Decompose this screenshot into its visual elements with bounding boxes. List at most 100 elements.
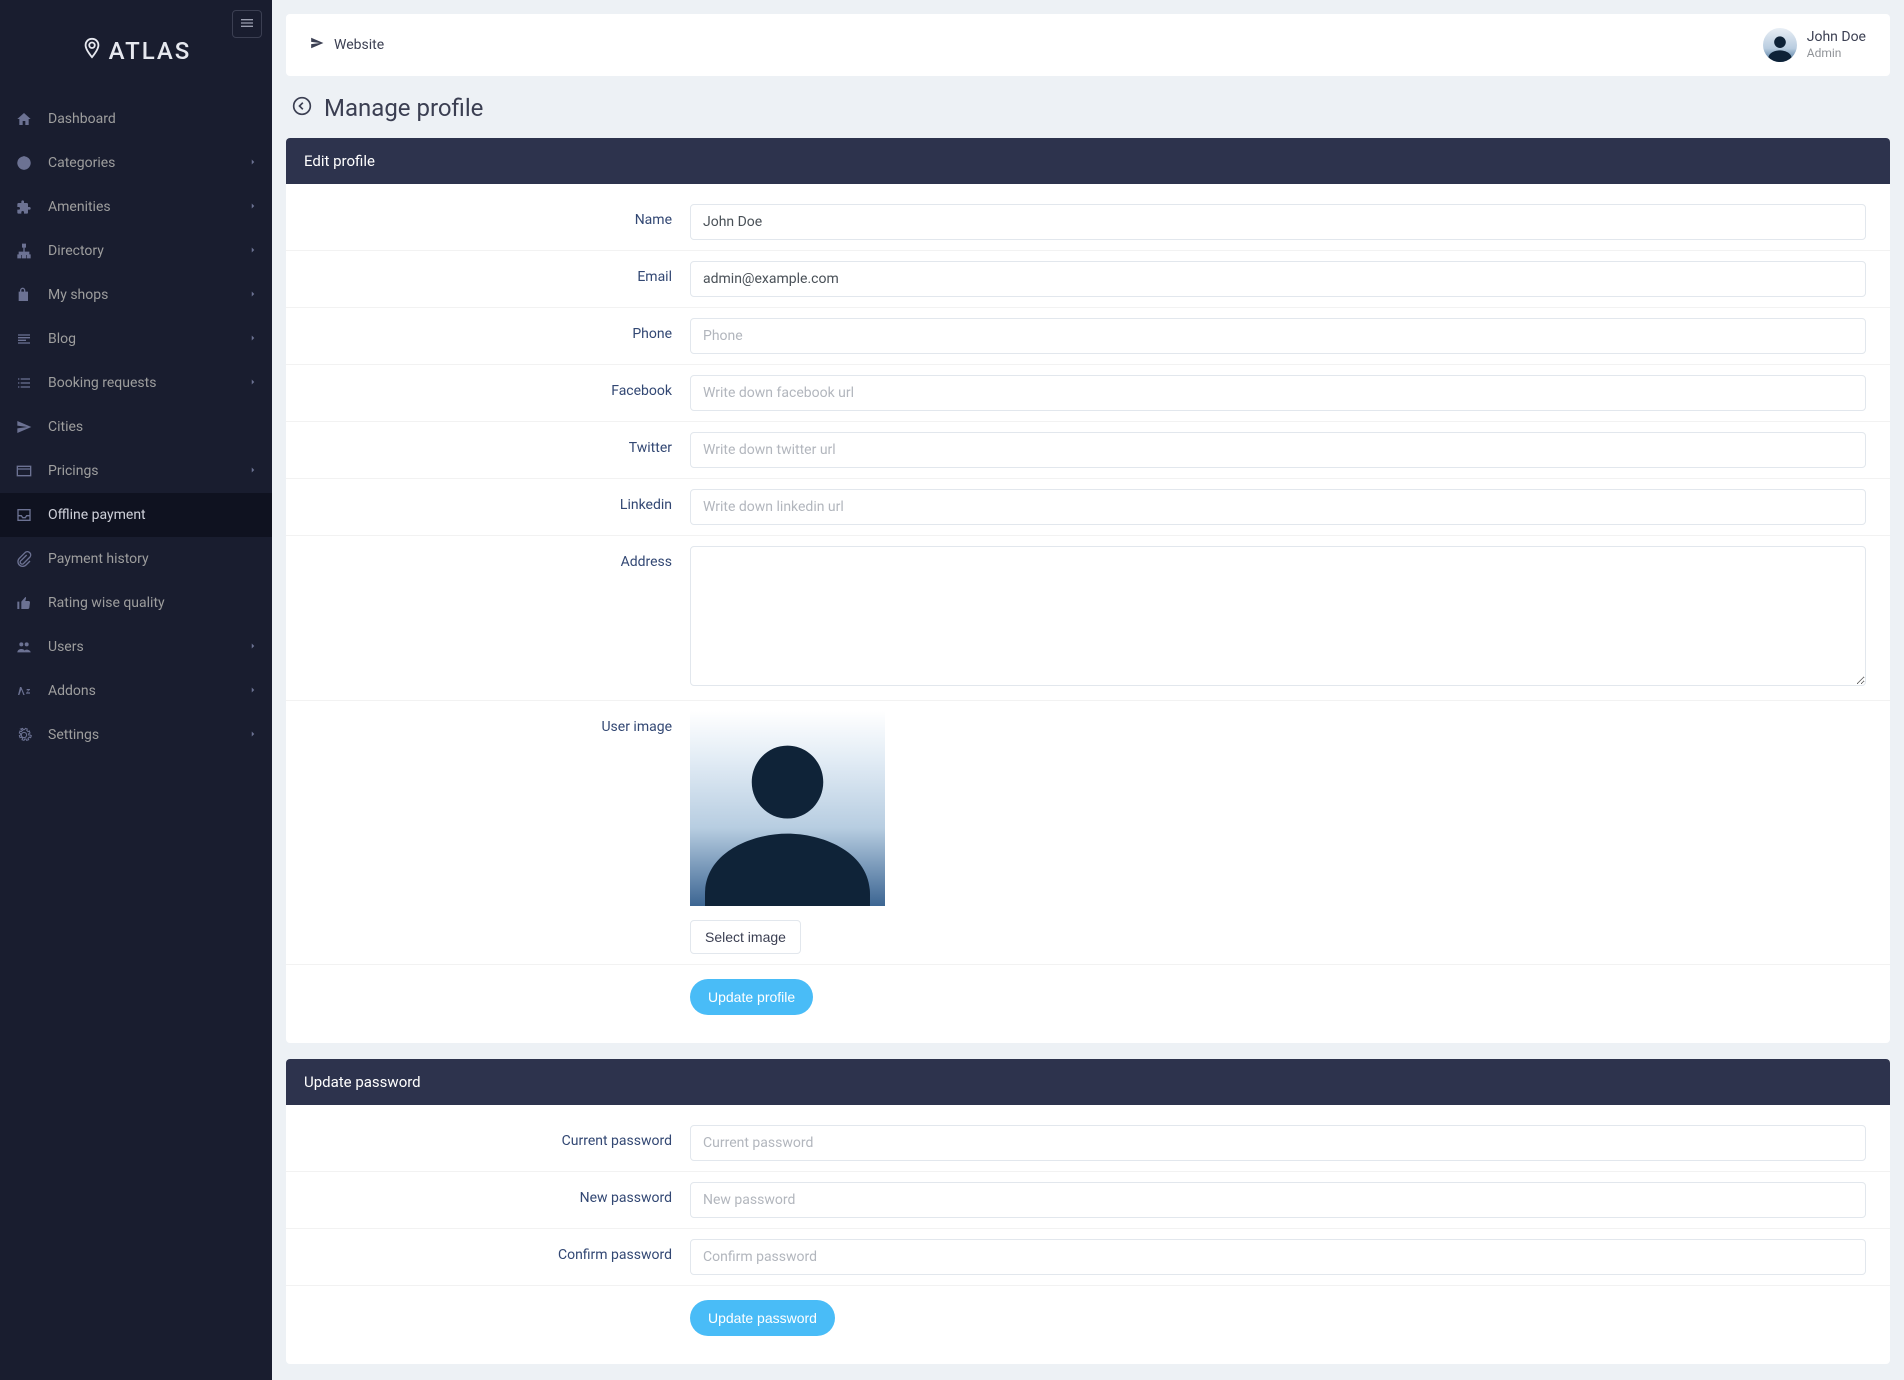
sidebar-item-cities[interactable]: Cities: [0, 405, 272, 449]
hamburger-icon: [239, 15, 255, 34]
sidebar-item-users[interactable]: Users: [0, 625, 272, 669]
sidebar-item-rating-wise-quality[interactable]: Rating wise quality: [0, 581, 272, 625]
linkedin-label: Linkedin: [300, 489, 690, 521]
sup-icon: [14, 681, 34, 701]
brand-pin-icon: [81, 35, 103, 67]
sidebar-item-categories[interactable]: Categories: [0, 141, 272, 185]
update-password-card: Update password Current password New pas…: [286, 1059, 1890, 1364]
location-icon: [14, 417, 34, 437]
sidebar-item-label: Directory: [48, 243, 104, 259]
phone-input[interactable]: [690, 318, 1866, 354]
facebook-input[interactable]: [690, 375, 1866, 411]
bag-icon: [14, 285, 34, 305]
puzzle-icon: [14, 197, 34, 217]
sidebar-item-label: Rating wise quality: [48, 595, 165, 611]
edit-profile-card: Edit profile Name Email Phone: [286, 138, 1890, 1043]
update-profile-button[interactable]: Update profile: [690, 979, 813, 1015]
chevron-right-icon: [248, 375, 258, 391]
sidebar-item-label: Addons: [48, 683, 96, 699]
sidebar-item-label: Pricings: [48, 463, 99, 479]
sidebar-item-label: Categories: [48, 155, 115, 171]
sidebar: ATLAS Dashboard Categories Amenities Direct…: [0, 0, 272, 1380]
new-password-input[interactable]: [690, 1182, 1866, 1218]
paper-plane-icon: [310, 36, 324, 54]
sidebar-item-pricings[interactable]: Pricings: [0, 449, 272, 493]
sidebar-item-label: Booking requests: [48, 375, 156, 391]
topbar: Website John Doe Admin: [286, 14, 1890, 76]
current-password-input[interactable]: [690, 1125, 1866, 1161]
brand-text: ATLAS: [109, 37, 192, 65]
chevron-right-icon: [248, 463, 258, 479]
sidebar-nav: Dashboard Categories Amenities Directory My …: [0, 97, 272, 757]
clip-icon: [14, 549, 34, 569]
users-icon: [14, 637, 34, 657]
list-icon: [14, 373, 34, 393]
grid-icon: [14, 153, 34, 173]
sidebar-item-label: Dashboard: [48, 111, 116, 127]
chevron-right-icon: [248, 155, 258, 171]
chevron-right-icon: [248, 683, 258, 699]
user-role: Admin: [1807, 46, 1866, 60]
thumb-icon: [14, 593, 34, 613]
twitter-label: Twitter: [300, 432, 690, 464]
menu-toggle-button[interactable]: [232, 10, 262, 38]
name-input[interactable]: [690, 204, 1866, 240]
email-label: Email: [300, 261, 690, 293]
sidebar-item-payment-history[interactable]: Payment history: [0, 537, 272, 581]
chevron-right-icon: [248, 243, 258, 259]
current-password-label: Current password: [300, 1125, 690, 1157]
sidebar-item-label: Users: [48, 639, 84, 655]
confirm-password-input[interactable]: [690, 1239, 1866, 1275]
sidebar-item-label: Amenities: [48, 199, 111, 215]
back-circle-icon[interactable]: [292, 94, 312, 122]
update-password-button[interactable]: Update password: [690, 1300, 835, 1336]
main-content: Website John Doe Admin Manage profile Ed…: [272, 0, 1904, 1380]
chevron-right-icon: [248, 639, 258, 655]
sidebar-item-directory[interactable]: Directory: [0, 229, 272, 273]
edit-profile-header: Edit profile: [286, 138, 1890, 184]
sidebar-item-label: Payment history: [48, 551, 149, 567]
facebook-label: Facebook: [300, 375, 690, 407]
select-image-button[interactable]: Select image: [690, 920, 801, 954]
page-title: Manage profile: [292, 94, 1884, 122]
sidebar-item-label: Offline payment: [48, 507, 146, 523]
sidebar-item-amenities[interactable]: Amenities: [0, 185, 272, 229]
twitter-input[interactable]: [690, 432, 1866, 468]
user-menu[interactable]: John Doe Admin: [1763, 28, 1866, 62]
user-image-label: User image: [300, 711, 690, 743]
user-name: John Doe: [1807, 29, 1866, 46]
linkedin-input[interactable]: [690, 489, 1866, 525]
website-label: Website: [334, 37, 384, 53]
inbox-icon: [14, 505, 34, 525]
sidebar-item-booking-requests[interactable]: Booking requests: [0, 361, 272, 405]
user-meta: John Doe Admin: [1807, 29, 1866, 60]
sidebar-item-label: Blog: [48, 331, 76, 347]
address-label: Address: [300, 546, 690, 578]
sidebar-item-label: Cities: [48, 419, 83, 435]
name-label: Name: [300, 204, 690, 236]
phone-label: Phone: [300, 318, 690, 350]
sidebar-item-blog[interactable]: Blog: [0, 317, 272, 361]
chevron-right-icon: [248, 287, 258, 303]
confirm-password-label: Confirm password: [300, 1239, 690, 1271]
sidebar-item-label: Settings: [48, 727, 99, 743]
card-icon: [14, 461, 34, 481]
gears-icon: [14, 725, 34, 745]
sidebar-item-settings[interactable]: Settings: [0, 713, 272, 757]
user-image-preview: [690, 711, 885, 906]
update-password-header: Update password: [286, 1059, 1890, 1105]
chevron-right-icon: [248, 331, 258, 347]
avatar: [1763, 28, 1797, 62]
chevron-right-icon: [248, 727, 258, 743]
website-link[interactable]: Website: [310, 36, 384, 54]
home-icon: [14, 109, 34, 129]
sidebar-item-dashboard[interactable]: Dashboard: [0, 97, 272, 141]
chevron-right-icon: [248, 199, 258, 215]
sidebar-item-offline-payment[interactable]: Offline payment: [0, 493, 272, 537]
new-password-label: New password: [300, 1182, 690, 1214]
email-input[interactable]: [690, 261, 1866, 297]
sitemap-icon: [14, 241, 34, 261]
sidebar-item-my-shops[interactable]: My shops: [0, 273, 272, 317]
address-textarea[interactable]: [690, 546, 1866, 686]
sidebar-item-addons[interactable]: Addons: [0, 669, 272, 713]
